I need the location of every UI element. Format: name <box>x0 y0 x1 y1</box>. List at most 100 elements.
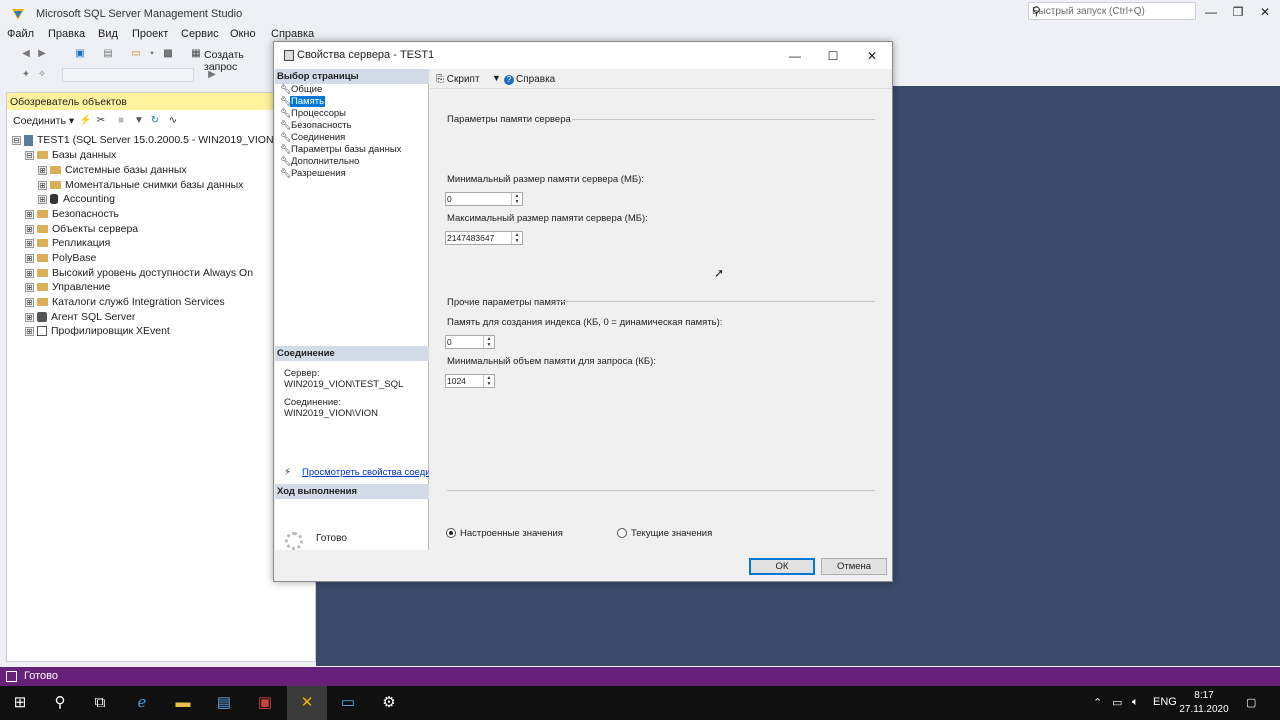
language-indicator[interactable]: ENG <box>1153 696 1177 708</box>
network-icon[interactable]: ▭ <box>1112 696 1122 709</box>
min-memory-input[interactable] <box>447 193 511 205</box>
connect-dropdown[interactable]: Соединить ▾ <box>13 115 74 127</box>
filter-icon[interactable]: ▼ <box>133 115 145 127</box>
activity-monitor-icon[interactable]: ∿ <box>167 115 179 127</box>
dialog-minimize-button[interactable]: — <box>780 46 810 66</box>
tree-node-xevent-profiler[interactable]: ⊞ Профилировщик XEvent <box>25 325 170 339</box>
open-folder-icon[interactable]: ▭ <box>130 48 142 60</box>
tree-node-sql-agent[interactable]: ⊞ Агент SQL Server <box>25 311 135 325</box>
stepper-arrows[interactable]: ▲ ▼ <box>511 232 522 244</box>
back-icon[interactable]: ◀ <box>20 48 32 60</box>
server-manager-icon[interactable]: ▤ <box>204 686 244 720</box>
restore-button[interactable]: ❐ <box>1224 3 1252 21</box>
radio-selected-icon[interactable] <box>446 528 456 539</box>
task-view-icon[interactable]: ⧉ <box>80 686 120 720</box>
internet-explorer-icon[interactable]: ℯ <box>122 686 162 720</box>
page-memory[interactable]: 🔧︎Память <box>280 96 326 108</box>
disconnect-plug-icon[interactable]: ✂ <box>95 115 107 127</box>
script-dropdown-icon[interactable]: ▼ <box>492 73 501 83</box>
new-project-icon[interactable]: ▣ <box>74 48 86 60</box>
ok-button[interactable]: ОК <box>749 558 815 575</box>
search-icon[interactable]: ⚲ <box>40 686 80 720</box>
clock[interactable]: 8:17 27.11.2020 <box>1178 689 1230 717</box>
page-processors[interactable]: 🔧︎Процессоры <box>280 108 347 120</box>
help-button[interactable]: ? Справка <box>504 74 555 85</box>
quick-launch-input[interactable]: Быстрый запуск (Ctrl+Q) ⚲ <box>1028 2 1196 20</box>
save-all-icon[interactable]: ▩ <box>162 48 174 60</box>
radio-unselected-icon[interactable] <box>617 528 627 539</box>
tree-node-databases[interactable]: ⊟ Базы данных <box>25 149 116 163</box>
volume-icon[interactable]: 🔈︎ <box>1132 696 1139 709</box>
notifications-icon[interactable]: ▢ <box>1246 696 1256 709</box>
save-icon[interactable]: ▪ <box>146 48 158 60</box>
down-arrow-icon[interactable]: ▼ <box>512 238 522 244</box>
menu-project[interactable]: Проект <box>132 28 168 40</box>
page-database-settings[interactable]: 🔧︎Параметры базы данных <box>280 144 402 156</box>
close-button[interactable]: ✕ <box>1251 3 1279 21</box>
cancel-button[interactable]: Отмена <box>821 558 887 575</box>
down-arrow-icon[interactable]: ▼ <box>512 199 522 205</box>
tree-node-always-on[interactable]: ⊞ Высокий уровень доступности Always On <box>25 267 253 281</box>
execute-icon[interactable]: ▶ <box>206 69 218 81</box>
start-windows-icon[interactable]: ⊞ <box>0 686 40 720</box>
ssms-taskbar-icon[interactable]: ✕ <box>287 686 327 720</box>
tree-node-db-snapshots[interactable]: ⊞ Моментальные снимки базы данных <box>38 179 243 193</box>
min-memory-stepper[interactable]: ▲▼ <box>445 192 523 206</box>
page-permissions[interactable]: 🔧︎Разрешения <box>280 168 347 180</box>
radio-configured-values[interactable]: Настроенные значения <box>446 528 563 539</box>
min-query-memory-input[interactable] <box>447 375 483 387</box>
disconnect-icon[interactable]: ✧ <box>36 69 48 81</box>
forward-icon[interactable]: ▶ <box>36 48 48 60</box>
database-combo[interactable] <box>62 68 194 82</box>
stop-icon[interactable]: ■ <box>115 115 127 127</box>
tree-node-server[interactable]: ⊟ TEST1 (SQL Server 15.0.2000.5 - WIN2019… <box>12 134 306 148</box>
max-memory-input[interactable] <box>447 232 511 244</box>
min-query-memory-stepper[interactable]: ▲▼ <box>445 374 495 388</box>
connect-icon[interactable]: ✦ <box>20 69 32 81</box>
file-explorer-icon[interactable]: ▬ <box>163 686 203 720</box>
server-label: Сервер: <box>284 368 320 379</box>
menu-tools[interactable]: Сервис <box>181 28 219 40</box>
refresh-icon[interactable]: ↻ <box>149 115 161 127</box>
connect-plug-icon[interactable]: ⚡ <box>79 115 91 127</box>
stepper-arrows[interactable]: ▲ ▼ <box>483 336 494 348</box>
index-memory-input[interactable] <box>447 336 483 348</box>
menu-edit[interactable]: Правка <box>48 28 85 40</box>
tree-node-management[interactable]: ⊞ Управление <box>25 281 110 295</box>
menu-file[interactable]: Файл <box>7 28 34 40</box>
tree-node-replication[interactable]: ⊞ Репликация <box>25 237 110 251</box>
page-security[interactable]: 🔧︎Безопасность <box>280 120 353 132</box>
tree-node-server-objects[interactable]: ⊞ Объекты сервера <box>25 223 138 237</box>
app-red-icon[interactable]: ▣ <box>245 686 285 720</box>
radio-running-values[interactable]: Текущие значения <box>617 528 712 539</box>
settings-gear-icon[interactable]: ⚙ <box>369 686 409 720</box>
tree-node-polybase[interactable]: ⊞ PolyBase <box>25 252 96 266</box>
menu-window[interactable]: Окно <box>230 28 256 40</box>
dialog-close-button[interactable]: ✕ <box>857 46 887 66</box>
page-general[interactable]: 🔧︎Общие <box>280 84 323 96</box>
dialog-toolbar: ⎘ Скрипт ▼ ? Справка <box>430 69 892 89</box>
open-file-icon[interactable]: ▤ <box>102 48 114 60</box>
stepper-arrows[interactable]: ▲ ▼ <box>511 193 522 205</box>
page-connections[interactable]: 🔧︎Соединения <box>280 132 346 144</box>
server-icon <box>24 134 33 146</box>
tree-node-system-databases[interactable]: ⊞ Системные базы данных <box>38 164 187 178</box>
dialog-maximize-button[interactable]: ☐ <box>818 46 848 66</box>
minimize-button[interactable]: — <box>1197 3 1225 21</box>
script-button[interactable]: ⎘ Скрипт <box>436 74 480 85</box>
down-arrow-icon[interactable]: ▼ <box>484 381 494 387</box>
tree-node-accounting[interactable]: ⊞ Accounting <box>38 193 115 207</box>
new-query-icon[interactable]: ▦ <box>190 48 202 60</box>
index-memory-stepper[interactable]: ▲▼ <box>445 335 495 349</box>
tray-chevron-icon[interactable]: ⌃ <box>1093 696 1102 709</box>
tree-node-security[interactable]: ⊞ Безопасность <box>25 208 119 222</box>
tree-node-integration-services[interactable]: ⊞ Каталоги служб Integration Services <box>25 296 225 310</box>
down-arrow-icon[interactable]: ▼ <box>484 342 494 348</box>
max-memory-stepper[interactable]: ▲▼ <box>445 231 523 245</box>
remote-desktop-icon[interactable]: ▭ <box>328 686 368 720</box>
stepper-arrows[interactable]: ▲ ▼ <box>483 375 494 387</box>
menu-view[interactable]: Вид <box>98 28 118 40</box>
page-advanced[interactable]: 🔧︎Дополнительно <box>280 156 360 168</box>
view-connection-properties-link[interactable]: Просмотреть свойства соединения <box>302 467 429 478</box>
menu-help[interactable]: Справка <box>271 28 314 40</box>
